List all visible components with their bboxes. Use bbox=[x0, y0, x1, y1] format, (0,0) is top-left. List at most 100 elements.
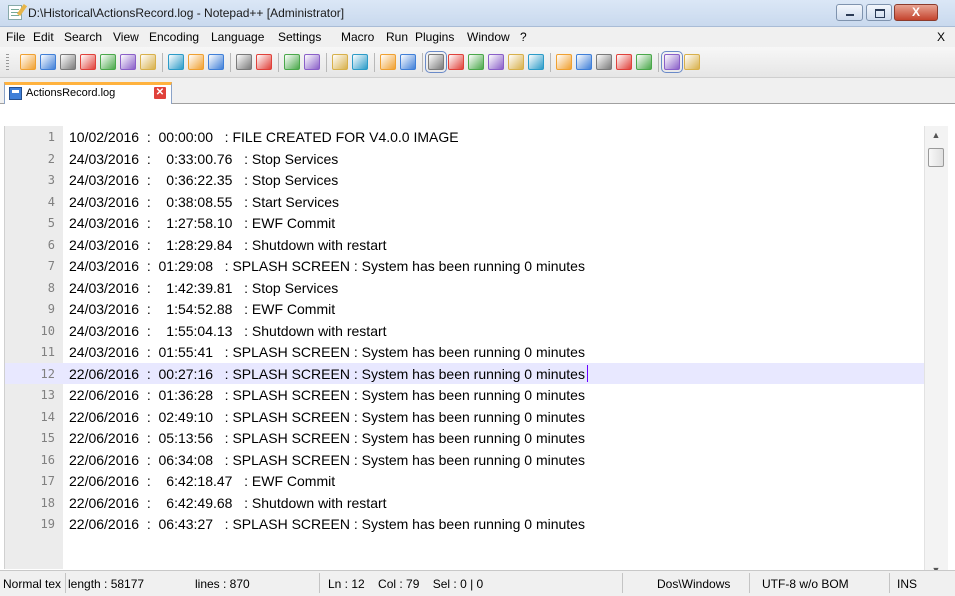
line-text[interactable]: 10/02/2016 : 00:00:00 : FILE CREATED FOR… bbox=[69, 129, 459, 145]
find-icon[interactable] bbox=[284, 54, 300, 70]
toolbar-separator bbox=[278, 53, 279, 72]
notepad-app-icon[interactable] bbox=[8, 5, 22, 20]
line-text[interactable]: 24/03/2016 : 0:36:22.35 : Stop Services bbox=[69, 172, 338, 188]
menu-run[interactable]: Run bbox=[386, 30, 408, 44]
folder-workspace-icon[interactable] bbox=[528, 54, 544, 70]
redo-icon[interactable] bbox=[256, 54, 272, 70]
editor-line[interactable]: 12 22/06/2016 : 00:27:16 : SPLASH SCREEN … bbox=[5, 362, 929, 384]
editor-line[interactable]: 13 22/06/2016 : 01:36:28 : SPLASH SCREEN … bbox=[5, 384, 929, 406]
scrollbar-thumb[interactable] bbox=[928, 148, 944, 167]
editor-line[interactable]: 7 24/03/2016 : 01:29:08 : SPLASH SCREEN :… bbox=[5, 255, 929, 277]
sync-horizontal-icon[interactable] bbox=[400, 54, 416, 70]
line-text[interactable]: 22/06/2016 : 00:27:16 : SPLASH SCREEN : … bbox=[69, 366, 585, 382]
line-text[interactable]: 22/06/2016 : 06:43:27 : SPLASH SCREEN : … bbox=[69, 516, 585, 532]
macro-play-icon[interactable] bbox=[596, 54, 612, 70]
menu-search[interactable]: Search bbox=[64, 30, 102, 44]
minimize-button[interactable] bbox=[836, 4, 863, 21]
close-window-button[interactable]: X bbox=[894, 4, 938, 21]
line-text[interactable]: 24/03/2016 : 0:38:08.55 : Start Services bbox=[69, 194, 339, 210]
line-text[interactable]: 22/06/2016 : 01:36:28 : SPLASH SCREEN : … bbox=[69, 387, 585, 403]
line-text[interactable]: 22/06/2016 : 02:49:10 : SPLASH SCREEN : … bbox=[69, 409, 585, 425]
line-text[interactable]: 24/03/2016 : 1:42:39.81 : Stop Services bbox=[69, 280, 338, 296]
word-wrap-icon[interactable] bbox=[425, 51, 447, 73]
line-text[interactable]: 24/03/2016 : 01:29:08 : SPLASH SCREEN : … bbox=[69, 258, 585, 274]
line-text[interactable]: 22/06/2016 : 6:42:18.47 : EWF Commit bbox=[69, 473, 335, 489]
save-all-icon[interactable] bbox=[80, 54, 96, 70]
editor-line[interactable]: 9 24/03/2016 : 1:54:52.88 : EWF Commit bbox=[5, 298, 929, 320]
line-text[interactable]: 24/03/2016 : 01:55:41 : SPLASH SCREEN : … bbox=[69, 344, 585, 360]
doc-map-icon[interactable] bbox=[488, 54, 504, 70]
menu-file[interactable]: File bbox=[6, 30, 25, 44]
editor-line[interactable]: 16 22/06/2016 : 06:34:08 : SPLASH SCREEN … bbox=[5, 449, 929, 471]
editor-line[interactable]: 18 22/06/2016 : 6:42:49.68 : Shutdown wit… bbox=[5, 492, 929, 514]
menu-window[interactable]: Window bbox=[467, 30, 510, 44]
open-file-icon[interactable] bbox=[40, 54, 56, 70]
macro-save-icon[interactable] bbox=[636, 54, 652, 70]
menu-settings[interactable]: Settings bbox=[278, 30, 321, 44]
macro-run-multiple-icon[interactable] bbox=[616, 54, 632, 70]
editor-line[interactable]: 15 22/06/2016 : 05:13:56 : SPLASH SCREEN … bbox=[5, 427, 929, 449]
maximize-button[interactable] bbox=[866, 4, 892, 21]
replace-icon[interactable] bbox=[304, 54, 320, 70]
show-all-chars-icon[interactable] bbox=[448, 54, 464, 70]
line-text[interactable]: 24/03/2016 : 1:27:58.10 : EWF Commit bbox=[69, 215, 335, 231]
macro-stop-icon[interactable] bbox=[576, 54, 592, 70]
new-file-icon[interactable] bbox=[20, 54, 36, 70]
menu-edit[interactable]: Edit bbox=[33, 30, 54, 44]
macro-record-icon[interactable] bbox=[556, 54, 572, 70]
line-text[interactable]: 22/06/2016 : 6:42:49.68 : Shutdown with … bbox=[69, 495, 387, 511]
editor-line[interactable]: 8 24/03/2016 : 1:42:39.81 : Stop Services bbox=[5, 277, 929, 299]
menu-encoding[interactable]: Encoding bbox=[149, 30, 199, 44]
menu-help[interactable]: ? bbox=[520, 30, 527, 44]
line-text[interactable]: 22/06/2016 : 05:13:56 : SPLASH SCREEN : … bbox=[69, 430, 585, 446]
paste-icon[interactable] bbox=[208, 54, 224, 70]
spell-check-icon[interactable] bbox=[661, 51, 683, 73]
toolbar-separator bbox=[230, 53, 231, 72]
menu-macro[interactable]: Macro bbox=[341, 30, 374, 44]
line-text[interactable]: 24/03/2016 : 1:28:29.84 : Shutdown with … bbox=[69, 237, 387, 253]
sync-vertical-icon[interactable] bbox=[380, 54, 396, 70]
editor-line[interactable]: 2 24/03/2016 : 0:33:00.76 : Stop Services bbox=[5, 148, 929, 170]
line-text[interactable]: 24/03/2016 : 0:33:00.76 : Stop Services bbox=[69, 151, 338, 167]
scroll-up-arrow-icon[interactable]: ▲ bbox=[927, 128, 945, 142]
editor-line[interactable]: 3 24/03/2016 : 0:36:22.35 : Stop Services bbox=[5, 169, 929, 191]
status-length-segment: length : 58177 lines : 870 bbox=[66, 573, 320, 593]
zoom-out-icon[interactable] bbox=[352, 54, 368, 70]
copy-icon[interactable] bbox=[188, 54, 204, 70]
line-text[interactable]: 24/03/2016 : 1:55:04.13 : Shutdown with … bbox=[69, 323, 387, 339]
cut-icon[interactable] bbox=[168, 54, 184, 70]
close-all-icon[interactable] bbox=[120, 54, 136, 70]
zoom-in-icon[interactable] bbox=[332, 54, 348, 70]
indent-guide-icon[interactable] bbox=[468, 54, 484, 70]
function-list-icon[interactable] bbox=[508, 54, 524, 70]
plugin-icon[interactable] bbox=[684, 54, 700, 70]
tab-label: ActionsRecord.log bbox=[26, 87, 116, 99]
undo-icon[interactable] bbox=[236, 54, 252, 70]
save-icon[interactable] bbox=[60, 54, 76, 70]
editor-line[interactable]: 6 24/03/2016 : 1:28:29.84 : Shutdown with… bbox=[5, 234, 929, 256]
editor-line[interactable]: 4 24/03/2016 : 0:38:08.55 : Start Service… bbox=[5, 191, 929, 213]
editor-line-partial bbox=[5, 535, 929, 541]
editor-line[interactable]: 10 24/03/2016 : 1:55:04.13 : Shutdown wit… bbox=[5, 320, 929, 342]
status-length: length : 58177 bbox=[68, 577, 145, 591]
print-icon[interactable] bbox=[140, 54, 156, 70]
close-icon[interactable] bbox=[100, 54, 116, 70]
menu-plugins[interactable]: Plugins bbox=[415, 30, 454, 44]
close-document-button[interactable]: X bbox=[937, 30, 945, 44]
vertical-scrollbar[interactable]: ▲ ▼ bbox=[924, 126, 948, 579]
tab-close-icon[interactable]: ✕ bbox=[154, 87, 166, 99]
editor-line[interactable]: 19 22/06/2016 : 06:43:27 : SPLASH SCREEN … bbox=[5, 513, 929, 535]
tab-actionsrecord-log[interactable]: ActionsRecord.log ✕ bbox=[4, 82, 172, 104]
editor-line[interactable]: 5 24/03/2016 : 1:27:58.10 : EWF Commit bbox=[5, 212, 929, 234]
menu-view[interactable]: View bbox=[113, 30, 139, 44]
line-text[interactable]: 22/06/2016 : 06:34:08 : SPLASH SCREEN : … bbox=[69, 452, 585, 468]
menu-language[interactable]: Language bbox=[211, 30, 264, 44]
editor-line[interactable]: 14 22/06/2016 : 02:49:10 : SPLASH SCREEN … bbox=[5, 406, 929, 428]
line-text[interactable]: 24/03/2016 : 1:54:52.88 : EWF Commit bbox=[69, 301, 335, 317]
line-number: 2 bbox=[47, 151, 55, 166]
toolbar-grip[interactable] bbox=[6, 54, 9, 71]
editor-line[interactable]: 17 22/06/2016 : 6:42:18.47 : EWF Commit bbox=[5, 470, 929, 492]
editor-line[interactable]: 11 24/03/2016 : 01:55:41 : SPLASH SCREEN … bbox=[5, 341, 929, 363]
editor-line[interactable]: 1 10/02/2016 : 00:00:00 : FILE CREATED FO… bbox=[5, 126, 929, 148]
text-editor[interactable]: 1 10/02/2016 : 00:00:00 : FILE CREATED FO… bbox=[4, 126, 949, 569]
